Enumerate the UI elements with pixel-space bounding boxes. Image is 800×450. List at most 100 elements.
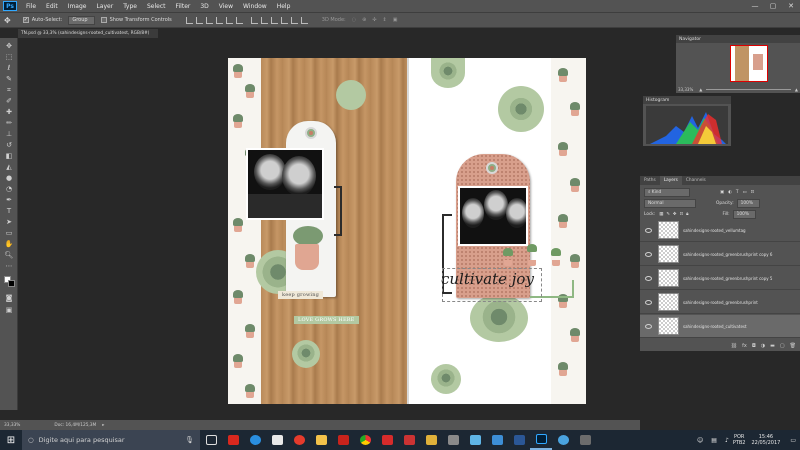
path-select-tool-icon[interactable]: ➤ [4, 218, 14, 226]
link-layers-icon[interactable]: ⛓ [731, 343, 737, 349]
minimize-button[interactable]: — [746, 2, 764, 10]
align-top-icon[interactable] [185, 16, 193, 24]
app-icon[interactable] [574, 430, 596, 450]
microphone-icon[interactable]: 🎙︎ [185, 436, 194, 444]
auto-select-dropdown[interactable]: Group [68, 15, 95, 25]
show-transform-checkbox[interactable] [100, 17, 107, 23]
hand-tool-icon[interactable]: ✋ [4, 240, 14, 248]
menu-filter[interactable]: Filter [171, 3, 196, 10]
align-middle-icon[interactable] [195, 16, 203, 24]
windows-start-icon[interactable]: ⊞ [0, 430, 22, 450]
new-layer-icon[interactable]: ▢ [780, 343, 785, 349]
filter-smart-icon[interactable]: ⊡ [751, 190, 755, 195]
layer-row[interactable]: sahindesigns-rooted_vellumtag [640, 219, 800, 242]
layer-name[interactable]: sahindesigns-rooted_greenbrushprint copy… [683, 252, 772, 257]
distribute-top-icon[interactable] [250, 16, 258, 24]
tab-channels[interactable]: Channels [682, 176, 710, 185]
menu-window[interactable]: Window [238, 3, 272, 10]
align-center-icon[interactable] [225, 16, 233, 24]
menu-3d[interactable]: 3D [195, 3, 213, 10]
zoom-out-icon[interactable]: ▲ [699, 87, 702, 92]
layer-name[interactable]: sahindesigns-rooted_greenbrushprint copy… [683, 276, 772, 281]
blur-tool-icon[interactable]: ● [4, 174, 14, 182]
quick-mask-icon[interactable]: ◙ [4, 294, 14, 302]
screen-mode-icon[interactable]: ▣ [4, 306, 14, 314]
3d-pan-icon[interactable]: ✣ [372, 17, 376, 23]
layer-row-selected[interactable]: sahindesigns-rooted_cultivatest [640, 315, 800, 338]
shape-tool-icon[interactable]: ▭ [4, 229, 14, 237]
navigator-thumbnail[interactable] [730, 45, 768, 82]
navigator-title[interactable]: Navigator [676, 35, 800, 43]
app-icon[interactable] [552, 430, 574, 450]
clock[interactable]: 15:46 22/05/2017 [752, 434, 781, 446]
blend-mode-dropdown[interactable]: Normal [644, 198, 696, 208]
crop-tool-icon[interactable]: ⌗ [4, 86, 14, 94]
chrome-icon[interactable] [354, 430, 376, 450]
layer-style-icon[interactable]: fx [742, 343, 747, 349]
zoom-tool-icon[interactable]: 🔍︎ [4, 251, 14, 259]
layer-row[interactable]: sahindesigns-rooted_greenbrushprint copy… [640, 243, 800, 266]
background-color-swatch[interactable] [8, 280, 15, 287]
visibility-eye-icon[interactable] [645, 323, 652, 329]
delete-layer-icon[interactable]: 🗑︎ [790, 343, 796, 349]
language-indicator[interactable]: POR PTB2 [733, 434, 746, 446]
document-canvas[interactable]: keep growing LOVE GROWS HERE cultivate j… [228, 58, 586, 404]
menu-edit[interactable]: Edit [41, 3, 63, 10]
menu-select[interactable]: Select [142, 3, 171, 10]
dodge-tool-icon[interactable]: ◔ [4, 185, 14, 193]
history-brush-tool-icon[interactable]: ↺ [4, 141, 14, 149]
app-icon[interactable] [420, 430, 442, 450]
move-tool-icon[interactable]: ✥ [4, 42, 14, 50]
pen-tool-icon[interactable]: ✒ [4, 196, 14, 204]
opacity-input[interactable]: 100% [736, 198, 760, 208]
tab-layers[interactable]: Layers [659, 176, 682, 185]
lasso-tool-icon[interactable]: ℓ [4, 64, 14, 72]
layer-row[interactable]: sahindesigns-rooted_greenbrushprint copy… [640, 267, 800, 290]
app-red-icon[interactable] [288, 430, 310, 450]
app-icon[interactable] [442, 430, 464, 450]
quick-select-tool-icon[interactable]: ✎ [4, 75, 14, 83]
show-transform-option[interactable]: Show Transform Controls [100, 17, 172, 23]
app-icon[interactable] [486, 430, 508, 450]
layer-name[interactable]: sahindesigns-rooted_vellumtag [683, 228, 746, 233]
close-button[interactable]: ✕ [782, 2, 800, 10]
zoom-in-icon[interactable]: ▲ [795, 87, 798, 92]
notifications-icon[interactable]: ▭ [790, 437, 796, 444]
eyedropper-tool-icon[interactable]: ✐ [4, 97, 14, 105]
network-icon[interactable]: ▤ [711, 437, 717, 444]
file-explorer-icon[interactable] [310, 430, 332, 450]
new-group-icon[interactable]: ▬ [770, 343, 775, 349]
healing-brush-tool-icon[interactable]: ✚ [4, 108, 14, 116]
app-red-icon[interactable] [332, 430, 354, 450]
filter-shape-icon[interactable]: ▭ [742, 190, 746, 195]
layer-row[interactable]: sahindesigns-rooted_greenbrushprint [640, 291, 800, 314]
auto-select-checkbox[interactable]: ✓ [22, 17, 29, 23]
store-icon[interactable] [266, 430, 288, 450]
navigator-zoom-value[interactable]: 33,33% [678, 87, 693, 92]
auto-select-option[interactable]: ✓ Auto-Select: [22, 17, 62, 23]
distribute-right-icon[interactable] [300, 16, 308, 24]
task-view-icon[interactable] [200, 430, 222, 450]
filter-type-icon[interactable]: T [736, 190, 739, 195]
selection-bounding-box[interactable] [442, 268, 542, 302]
menu-view[interactable]: View [214, 3, 238, 10]
eraser-tool-icon[interactable]: ◧ [4, 152, 14, 160]
distribute-middle-icon[interactable] [260, 16, 268, 24]
3d-orbit-icon[interactable]: ◌ [352, 17, 356, 23]
pdf-app-icon[interactable] [222, 430, 244, 450]
align-left-icon[interactable] [215, 16, 223, 24]
app-icon[interactable] [464, 430, 486, 450]
type-tool-icon[interactable]: T [4, 207, 14, 215]
visibility-eye-icon[interactable] [645, 251, 652, 257]
menu-layer[interactable]: Layer [91, 3, 118, 10]
lock-all-icon[interactable]: 🔒︎ [686, 212, 688, 217]
status-zoom[interactable]: 33,33% [4, 423, 20, 428]
layer-name[interactable]: sahindesigns-rooted_cultivatest [683, 324, 747, 329]
menu-file[interactable]: File [21, 3, 41, 10]
menu-image[interactable]: Image [63, 3, 92, 10]
3d-scale-icon[interactable]: ▣ [393, 17, 398, 23]
edge-browser-icon[interactable] [244, 430, 266, 450]
layer-kind-filter[interactable]: ⌕ Kind [644, 187, 690, 197]
distribute-left-icon[interactable] [280, 16, 288, 24]
adjustment-layer-icon[interactable]: ◑ [761, 343, 765, 349]
